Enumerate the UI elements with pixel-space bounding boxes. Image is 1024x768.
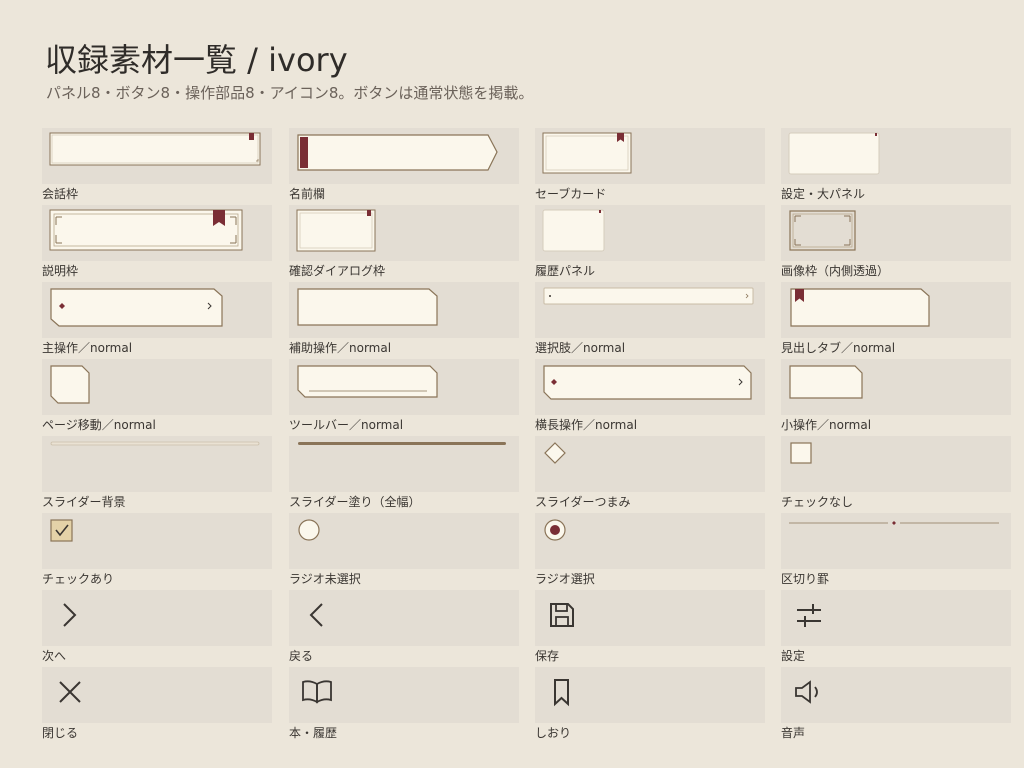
asset-card-heading-tab: 見出しタブ／normal — [781, 282, 1011, 359]
description-frame-preview — [42, 205, 272, 261]
asset-card-radio-unselected: ラジオ未選択 — [289, 513, 519, 590]
chevron-right-icon[interactable] — [42, 590, 272, 646]
asset-card-slider-fill: スライダー塗り（全幅） — [289, 436, 519, 513]
asset-label: 補助操作／normal — [289, 341, 392, 355]
asset-label: 保存 — [535, 649, 560, 663]
asset-card-radio-selected: ラジオ選択 — [535, 513, 765, 590]
toolbar-button-preview[interactable] — [289, 359, 519, 415]
asset-card-name-plate: 名前欄 — [289, 128, 519, 205]
chevron-left-icon[interactable] — [289, 590, 519, 646]
asset-label: 見出しタブ／normal — [781, 341, 896, 355]
asset-card-slider-track: スライダー背景 — [42, 436, 272, 513]
name-plate-preview — [289, 128, 519, 184]
asset-card-divider: 区切り罫 — [781, 513, 1011, 590]
image-frame-preview — [781, 205, 1011, 261]
slider-fill-preview[interactable] — [289, 436, 519, 492]
asset-label: 音声 — [781, 726, 806, 740]
asset-card-small-button: 小操作／normal — [781, 359, 1011, 436]
asset-label: ページ移動／normal — [42, 418, 156, 432]
asset-label: 設定・大パネル — [781, 187, 866, 201]
asset-label: 横長操作／normal — [535, 418, 638, 432]
checkbox-unchecked-preview[interactable] — [781, 436, 1011, 492]
asset-card-history-panel: 履歴パネル — [535, 205, 765, 282]
page-subtitle: パネル8・ボタン8・操作部品8・アイコン8。ボタンは通常状態を掲載。 — [46, 84, 534, 102]
settings-panel-preview — [781, 128, 1011, 184]
choice-button-preview[interactable] — [535, 282, 765, 338]
speaker-icon[interactable] — [781, 667, 1011, 723]
asset-card-bookmark: しおり — [535, 667, 765, 744]
page-button-preview[interactable] — [42, 359, 272, 415]
asset-card-sound: 音声 — [781, 667, 1011, 744]
settings-sliders-icon[interactable] — [781, 590, 1011, 646]
page-title: 収録素材一覧 / ivory — [45, 41, 348, 79]
asset-card-close: 閉じる — [42, 667, 272, 744]
asset-card-toolbar-button: ツールバー／normal — [289, 359, 519, 436]
asset-label: 小操作／normal — [781, 418, 872, 432]
asset-card-slider-thumb: スライダーつまみ — [535, 436, 765, 513]
asset-card-primary-button: 主操作／normal — [42, 282, 272, 359]
asset-card-back: 戻る — [289, 590, 519, 667]
asset-card-book: 本・履歴 — [289, 667, 519, 744]
wide-button-preview[interactable] — [535, 359, 765, 415]
checkbox-checked-preview[interactable] — [42, 513, 272, 569]
asset-label: スライダーつまみ — [535, 495, 631, 509]
dialog-frame-preview — [42, 128, 272, 184]
asset-grid: 会話枠 名前欄 セーブカード 設定・大パネル 説明枠 確認ダイアログ枠 履歴パネ… — [42, 128, 1012, 740]
asset-label: 戻る — [289, 649, 314, 663]
primary-button-preview[interactable] — [42, 282, 272, 338]
asset-label: 設定 — [781, 649, 806, 663]
asset-card-settings-panel: 設定・大パネル — [781, 128, 1011, 205]
slider-track-preview[interactable] — [42, 436, 272, 492]
close-icon[interactable] — [42, 667, 272, 723]
asset-card-confirm-dialog-frame: 確認ダイアログ枠 — [289, 205, 519, 282]
asset-card-dialog-frame: 会話枠 — [42, 128, 272, 205]
save-icon[interactable] — [535, 590, 765, 646]
small-button-preview[interactable] — [781, 359, 1011, 415]
asset-label: 履歴パネル — [535, 264, 596, 278]
asset-label: 名前欄 — [289, 187, 326, 201]
asset-card-secondary-button: 補助操作／normal — [289, 282, 519, 359]
asset-card-settings: 設定 — [781, 590, 1011, 667]
asset-label: 画像枠（内側透過） — [781, 264, 890, 278]
secondary-button-preview[interactable] — [289, 282, 519, 338]
asset-label: 説明枠 — [42, 264, 79, 278]
asset-card-checkbox-unchecked: チェックなし — [781, 436, 1011, 513]
asset-label: 主操作／normal — [42, 341, 133, 355]
divider-preview — [781, 513, 1011, 569]
asset-label: 次へ — [42, 649, 67, 663]
asset-card-save: 保存 — [535, 590, 765, 667]
asset-label: チェックあり — [42, 572, 115, 586]
asset-label: ラジオ選択 — [535, 572, 595, 586]
book-icon[interactable] — [289, 667, 519, 723]
bookmark-icon[interactable] — [535, 667, 765, 723]
asset-label: スライダー塗り（全幅） — [289, 495, 421, 509]
radio-unselected-preview[interactable] — [289, 513, 519, 569]
heading-tab-preview[interactable] — [781, 282, 1011, 338]
asset-label: ラジオ未選択 — [289, 572, 361, 586]
asset-label: 本・履歴 — [289, 726, 338, 740]
history-panel-preview — [535, 205, 765, 261]
asset-card-checkbox-checked: チェックあり — [42, 513, 272, 590]
asset-label: しおり — [535, 726, 572, 740]
asset-card-image-frame: 画像枠（内側透過） — [781, 205, 1011, 282]
asset-card-wide-button: 横長操作／normal — [535, 359, 765, 436]
asset-label: スライダー背景 — [42, 495, 126, 509]
asset-label: チェックなし — [781, 495, 854, 509]
asset-label: 閉じる — [42, 726, 79, 740]
asset-label: セーブカード — [535, 187, 607, 201]
asset-label: 確認ダイアログ枠 — [289, 264, 386, 278]
slider-thumb-preview[interactable] — [535, 436, 765, 492]
asset-card-next: 次へ — [42, 590, 272, 667]
asset-label: ツールバー／normal — [289, 418, 404, 432]
asset-label: 会話枠 — [42, 187, 79, 201]
asset-label: 区切り罫 — [781, 572, 830, 586]
asset-card-description-frame: 説明枠 — [42, 205, 272, 282]
asset-card-save-card: セーブカード — [535, 128, 765, 205]
save-card-preview — [535, 128, 765, 184]
asset-label: 選択肢／normal — [535, 341, 626, 355]
asset-card-page-button: ページ移動／normal — [42, 359, 272, 436]
asset-card-choice-button: 選択肢／normal — [535, 282, 765, 359]
confirm-dialog-frame-preview — [289, 205, 519, 261]
radio-selected-preview[interactable] — [535, 513, 765, 569]
